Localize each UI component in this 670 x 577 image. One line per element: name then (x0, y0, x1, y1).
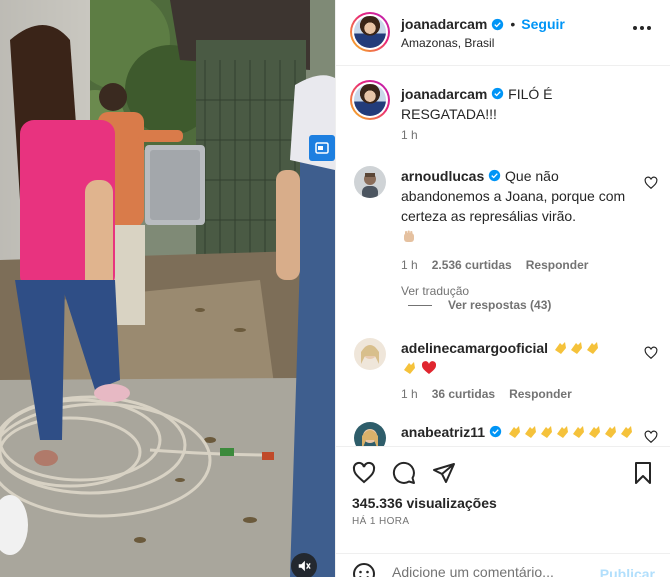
clapping-hands-icon (552, 340, 600, 356)
post-header: joanadarcam • Seguir Amazonas, Brasil (336, 0, 670, 66)
post-video[interactable] (0, 0, 335, 577)
reply-button[interactable]: Responder (509, 384, 572, 404)
comment-likes[interactable]: 36 curtidas (432, 384, 495, 404)
speaker-muted-icon (298, 560, 311, 572)
comment-bubble-icon[interactable] (392, 461, 416, 485)
reply-button[interactable]: Responder (526, 255, 589, 275)
commenter-username[interactable]: anabeatriz11 (401, 424, 485, 440)
commenter-avatar[interactable] (354, 422, 386, 446)
verified-badge-icon (488, 169, 501, 182)
post-timestamp[interactable]: HÁ 1 HORA (352, 516, 410, 527)
post-details-panel: joanadarcam • Seguir Amazonas, Brasil jo… (335, 0, 670, 577)
post-location[interactable]: Amazonas, Brasil (401, 36, 494, 50)
add-comment-input[interactable] (392, 564, 592, 577)
separator-dot: • (510, 16, 516, 32)
mute-button[interactable] (291, 553, 317, 577)
live-text-icon[interactable] (309, 135, 335, 161)
caption-timestamp[interactable]: 1 h (401, 128, 418, 142)
red-heart-icon (421, 361, 436, 374)
publish-button[interactable]: Publicar (600, 566, 655, 577)
comment-time[interactable]: 1 h (401, 255, 418, 275)
commenter-avatar[interactable] (354, 166, 386, 198)
commenter-username[interactable]: adelinecamargooficial (401, 340, 548, 356)
view-count[interactable]: 345.336 visualizações (352, 495, 497, 511)
commenter-username[interactable]: arnoudlucas (401, 168, 484, 184)
view-replies-label: Ver respostas (43) (448, 298, 552, 312)
like-comment-heart-icon[interactable] (644, 346, 658, 360)
follow-button[interactable]: Seguir (521, 16, 565, 32)
like-heart-icon[interactable] (352, 461, 376, 485)
replies-divider (408, 304, 432, 306)
commenter-avatar[interactable] (354, 338, 386, 370)
clapping-hands-icon (506, 424, 634, 440)
like-comment-heart-icon[interactable] (644, 176, 658, 190)
verified-badge-icon (492, 18, 504, 30)
raised-fist-icon (401, 228, 631, 249)
verified-badge-icon (492, 87, 504, 100)
comment-time[interactable]: 1 h (401, 384, 418, 404)
verified-badge-icon (489, 425, 502, 438)
add-comment-bar: Publicar (336, 553, 670, 577)
share-paper-plane-icon[interactable] (432, 461, 456, 485)
copy-icon (315, 142, 329, 154)
save-bookmark-icon[interactable] (631, 461, 655, 485)
caption-text: joanadarcam FILÓ É RESGATADA!!! (401, 84, 641, 124)
comment-item: anabeatriz11 (336, 422, 670, 446)
author-avatar[interactable] (350, 12, 390, 52)
more-options-icon[interactable] (633, 26, 651, 30)
view-replies-button[interactable]: Ver respostas (43) (408, 298, 551, 312)
author-username[interactable]: joanadarcam (401, 16, 487, 32)
caption-username[interactable]: joanadarcam (401, 86, 487, 102)
post-actions: 345.336 visualizações HÁ 1 HORA Publicar (336, 446, 670, 577)
comment-likes[interactable]: 2.536 curtidas (432, 255, 512, 275)
caption-author-avatar[interactable] (350, 80, 390, 120)
emoji-icon[interactable] (352, 562, 376, 577)
clapping-hands-icon (401, 360, 417, 376)
video-frame-image (0, 0, 335, 577)
like-comment-heart-icon[interactable] (644, 430, 658, 444)
